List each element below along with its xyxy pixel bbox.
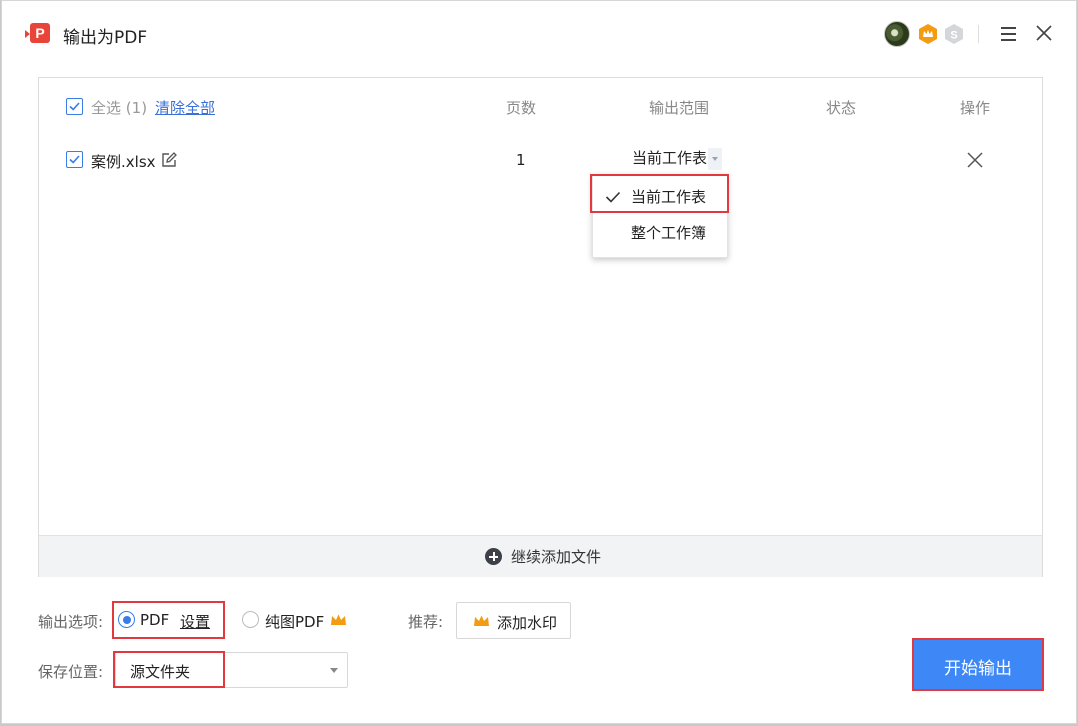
range-option-label: 整个工作簿 (631, 224, 707, 242)
output-options-label: 输出选项: (38, 613, 104, 631)
pdf-radio[interactable] (118, 611, 135, 628)
pdf-settings-link[interactable]: 设置 (180, 611, 210, 632)
chevron-down-icon (330, 668, 338, 673)
start-export-button[interactable]: 开始输出 (912, 638, 1044, 691)
output-range-select[interactable]: 当前工作表 (632, 147, 723, 171)
remove-file-icon[interactable] (966, 151, 984, 169)
save-location-select[interactable]: 源文件夹 (115, 652, 348, 688)
crown-icon (331, 614, 346, 625)
pdf-logo-icon: P (25, 23, 53, 47)
close-icon[interactable] (1033, 22, 1055, 44)
range-option-label: 当前工作表 (631, 188, 707, 206)
crown-icon (474, 615, 489, 626)
file-name: 案例.xlsx (91, 153, 156, 171)
add-watermark-label: 添加水印 (497, 614, 558, 632)
range-option-current-sheet[interactable]: 当前工作表 (593, 179, 727, 215)
column-header-action: 操作 (960, 99, 991, 117)
titlebar-divider (978, 25, 979, 43)
menu-icon[interactable] (998, 23, 1018, 45)
recommend-label: 推荐: (408, 613, 444, 631)
file-list-panel: 全选 (1) 清除全部 页数 输出范围 状态 操作 案例.xlsx 1 当前工作… (38, 77, 1043, 577)
add-more-files-button[interactable]: 继续添加文件 (39, 535, 1042, 577)
dialog-title: 输出为PDF (63, 28, 148, 48)
select-all-checkbox[interactable] (66, 98, 83, 115)
file-page-count: 1 (516, 151, 526, 169)
title-bar: P 输出为PDF S (2, 1, 1076, 67)
export-pdf-dialog: P 输出为PDF S 全选 (1) 清除全部 页数 输出范围 状态 操作 案例.… (1, 0, 1077, 724)
output-range-value: 当前工作表 (632, 149, 708, 167)
select-all-count: (1) (125, 99, 148, 117)
column-header-pages: 页数 (506, 99, 537, 117)
start-export-label: 开始输出 (944, 659, 1012, 679)
chevron-down-icon[interactable] (708, 147, 723, 170)
clear-all-link[interactable]: 清除全部 (155, 97, 215, 118)
select-all-label: 全选 (1) (91, 99, 148, 117)
file-checkbox[interactable] (66, 151, 83, 168)
save-location-label: 保存位置: (38, 663, 104, 681)
add-more-files-label: 继续添加文件 (511, 548, 602, 566)
pdf-option-label: PDF (140, 611, 170, 629)
image-pdf-radio[interactable] (242, 611, 259, 628)
s-level-badge-icon[interactable]: S (944, 23, 964, 45)
plus-circle-icon (485, 548, 502, 565)
vip-crown-badge-icon[interactable] (918, 23, 938, 45)
edit-icon[interactable] (160, 151, 178, 169)
column-header-status: 状态 (826, 99, 857, 117)
output-range-dropdown: 当前工作表 整个工作簿 (592, 174, 728, 258)
range-option-whole-workbook[interactable]: 整个工作簿 (593, 215, 727, 251)
column-header-range: 输出范围 (649, 99, 710, 117)
svg-text:S: S (950, 30, 957, 42)
image-pdf-option-label: 纯图PDF (265, 613, 325, 631)
user-avatar[interactable] (884, 21, 910, 47)
add-watermark-button[interactable]: 添加水印 (456, 602, 571, 639)
save-location-value: 源文件夹 (130, 663, 191, 681)
